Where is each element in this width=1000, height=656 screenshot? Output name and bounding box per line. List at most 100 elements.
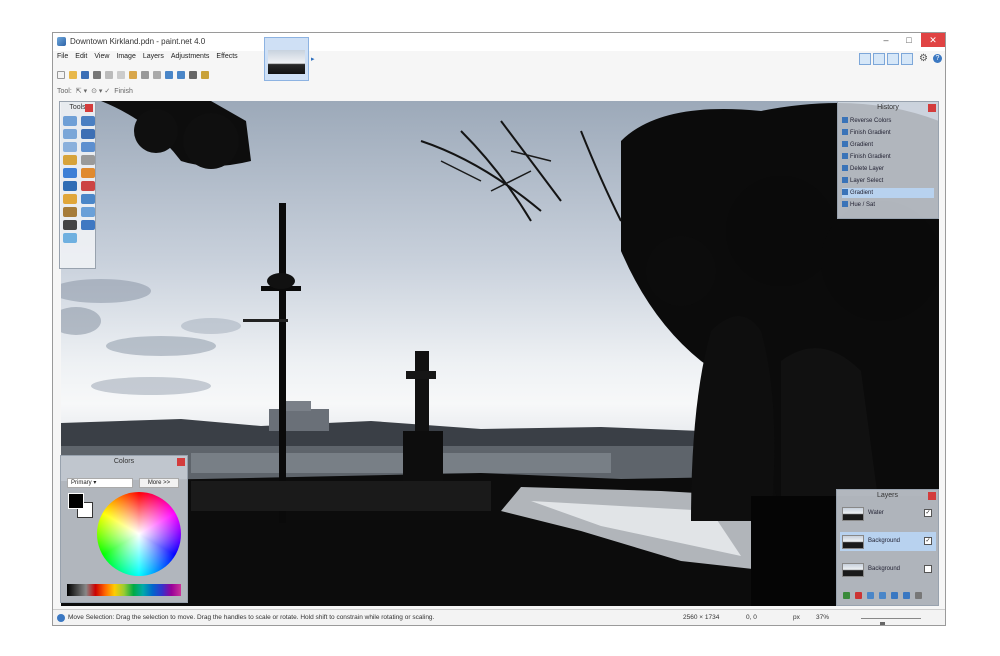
tools-panel: Tools [59, 101, 96, 269]
move-up-icon[interactable] [891, 592, 898, 599]
menu-layers[interactable]: Layers [143, 53, 164, 64]
layer-thumbnail [842, 507, 864, 521]
recolor-icon[interactable] [81, 207, 95, 217]
view-buttons [859, 53, 913, 65]
history-item[interactable]: Finish Gradient [842, 152, 934, 162]
zoom-icon[interactable] [81, 142, 95, 152]
pan-icon[interactable] [81, 155, 95, 165]
zoom-level[interactable]: 37% [816, 614, 829, 621]
colors-toggle-icon[interactable] [901, 53, 913, 65]
history-item[interactable]: Hue / Sat [842, 200, 934, 210]
lasso-select-icon[interactable] [63, 129, 77, 139]
ellipse-select-icon[interactable] [63, 142, 77, 152]
text-icon[interactable] [63, 220, 77, 230]
redo-icon[interactable] [177, 71, 185, 79]
image-canvas[interactable] [61, 101, 939, 606]
history-toggle-icon[interactable] [873, 53, 885, 65]
move-tool-icon[interactable]: ⇱ ▾ [76, 87, 87, 95]
clone-stamp-icon[interactable] [63, 207, 77, 217]
layer-visibility-checkbox[interactable] [924, 565, 932, 573]
magic-wand-icon[interactable] [63, 155, 77, 165]
tool-options-bar: Tool: ⇱ ▾ ⊙ ▾ ✓ Finish [57, 85, 133, 97]
zoom-slider[interactable] [861, 618, 921, 625]
duplicate-layer-icon[interactable] [867, 592, 874, 599]
close-icon[interactable] [177, 458, 185, 466]
color-mode-dropdown[interactable]: Primary ▾ [67, 478, 133, 488]
merge-layer-icon[interactable] [879, 592, 886, 599]
menu-adjustments[interactable]: Adjustments [171, 53, 210, 64]
pencil-icon[interactable] [63, 194, 77, 204]
save-icon[interactable] [81, 71, 89, 79]
history-item[interactable]: Reverse Colors [842, 116, 934, 126]
unit-selector[interactable]: px [793, 614, 800, 621]
shapes-icon[interactable] [63, 233, 77, 243]
add-layer-icon[interactable] [843, 592, 850, 599]
undo-icon[interactable] [165, 71, 173, 79]
history-item[interactable]: Finish Gradient [842, 128, 934, 138]
more-colors-button[interactable]: More >> [139, 478, 179, 488]
image-tab-thumbnail[interactable] [264, 37, 309, 81]
new-icon[interactable] [57, 71, 65, 79]
history-item-label: Layer Select [850, 178, 884, 184]
history-panel-title: History [877, 104, 899, 111]
move-selection-icon[interactable] [81, 116, 95, 126]
delete-layer-icon[interactable] [855, 592, 862, 599]
options-icon[interactable]: ⊙ ▾ ✓ [91, 87, 110, 95]
menu-view[interactable]: View [94, 53, 109, 64]
color-wheel[interactable] [97, 492, 181, 576]
history-step-icon [842, 189, 848, 196]
grid-icon[interactable] [189, 71, 197, 79]
menu-effects[interactable]: Effects [216, 53, 237, 64]
close-icon[interactable] [928, 104, 936, 112]
layer-row[interactable]: Background ✓ [840, 532, 936, 551]
close-button[interactable]: ✕ [921, 33, 945, 47]
paste-icon[interactable] [129, 71, 137, 79]
zoom-slider-thumb[interactable] [880, 622, 886, 625]
move-down-icon[interactable] [903, 592, 910, 599]
history-step-icon [842, 165, 848, 172]
primary-color-swatch[interactable] [68, 493, 84, 509]
line-icon[interactable] [81, 220, 95, 230]
paintbrush-icon[interactable] [63, 181, 77, 191]
layer-row[interactable]: Background [840, 560, 936, 579]
color-palette[interactable] [67, 584, 181, 596]
layers-toggle-icon[interactable] [887, 53, 899, 65]
history-item-label: Gradient [850, 142, 874, 148]
layer-properties-icon[interactable] [915, 592, 922, 599]
settings-gear-icon[interactable]: ⚙ [919, 53, 928, 64]
history-step-icon [842, 141, 848, 148]
ruler-icon[interactable] [201, 71, 209, 79]
copy-icon[interactable] [117, 71, 125, 79]
rectangle-select-icon[interactable] [63, 116, 77, 126]
history-item[interactable]: Gradient [842, 140, 934, 150]
close-icon[interactable] [928, 492, 936, 500]
maximize-button[interactable]: □ [898, 33, 920, 47]
crop-icon[interactable] [141, 71, 149, 79]
layer-visibility-checkbox[interactable]: ✓ [924, 509, 932, 517]
move-pixels-icon[interactable] [81, 129, 95, 139]
eraser-icon[interactable] [81, 181, 95, 191]
menu-image[interactable]: Image [116, 53, 135, 64]
minimize-button[interactable]: – [875, 33, 897, 47]
layer-visibility-checkbox[interactable]: ✓ [924, 537, 932, 545]
layer-row[interactable]: Water ✓ [840, 504, 936, 523]
history-item[interactable]: Layer Select [842, 176, 934, 186]
tools-toggle-icon[interactable] [859, 53, 871, 65]
help-icon[interactable]: ? [933, 54, 942, 63]
open-icon[interactable] [69, 71, 77, 79]
menu-file[interactable]: File [57, 53, 68, 64]
history-item[interactable]: Gradient [842, 188, 934, 198]
paint-bucket-icon[interactable] [63, 168, 77, 178]
deselect-icon[interactable] [153, 71, 161, 79]
history-item[interactable]: Delete Layer [842, 164, 934, 174]
image-list-arrow-icon[interactable]: ▸ [311, 55, 315, 63]
layer-thumbnail [842, 563, 864, 577]
menu-edit[interactable]: Edit [75, 53, 87, 64]
cut-icon[interactable] [105, 71, 113, 79]
close-icon[interactable] [85, 104, 93, 112]
finish-button[interactable]: Finish [114, 88, 133, 95]
color-picker-icon[interactable] [81, 194, 95, 204]
tools-panel-header: Tools [60, 102, 95, 114]
print-icon[interactable] [93, 71, 101, 79]
gradient-icon[interactable] [81, 168, 95, 178]
